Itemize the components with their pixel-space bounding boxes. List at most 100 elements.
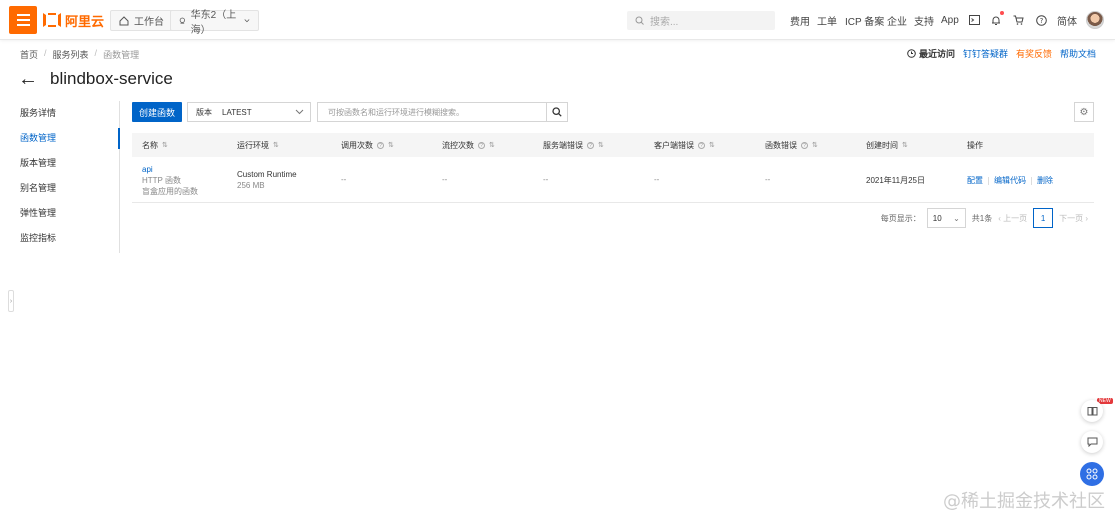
- quick-links: 最近访问 钉钉答疑群 有奖反馈 帮助文档: [907, 47, 1096, 60]
- runtime-value: Custom Runtime: [237, 170, 297, 179]
- chevron-down-icon: ⌄: [953, 213, 960, 223]
- sort-icon[interactable]: ⇅: [709, 141, 715, 149]
- sort-icon[interactable]: ⇅: [273, 141, 279, 149]
- action-divider: [1031, 176, 1032, 185]
- column-header-client-errors[interactable]: 客户端错误? ⇅: [654, 140, 715, 151]
- sort-icon[interactable]: ⇅: [489, 141, 495, 149]
- apps-float-button[interactable]: [1080, 462, 1104, 486]
- column-header-function-errors[interactable]: 函数错误? ⇅: [765, 140, 818, 151]
- top-bar: 阿里云 工作台 华东2（上海） 搜索... 费用 工单 ICP 备案 企业 支持…: [0, 0, 1115, 40]
- pagination: 每页显示： 10 ⌄ 共1条 ‹ 上一页 1 下一页 ›: [881, 208, 1088, 228]
- chevron-down-icon: [295, 109, 304, 115]
- page-size-select[interactable]: 10 ⌄: [926, 208, 966, 228]
- function-search-input[interactable]: 可按函数名和运行环境进行模糊搜索。: [317, 102, 547, 122]
- search-icon: [635, 16, 644, 25]
- column-header-server-errors[interactable]: 服务端错误? ⇅: [543, 140, 604, 151]
- next-page-button[interactable]: 下一页 ›: [1059, 213, 1088, 224]
- search-icon: [552, 107, 562, 117]
- recent-visits-link[interactable]: 最近访问: [907, 47, 955, 60]
- table-header: 名称 ⇅ 运行环境 ⇅ 调用次数? ⇅ 流控次数? ⇅ 服务端错误? ⇅ 客户端错误? ⇅ …: [132, 133, 1094, 157]
- chat-float-button[interactable]: [1081, 431, 1103, 453]
- version-select[interactable]: 版本 LATEST: [187, 102, 311, 122]
- breadcrumb-services[interactable]: 服务列表: [53, 48, 89, 61]
- region-selector[interactable]: 华东2（上海）: [170, 10, 259, 36]
- global-search-input[interactable]: 搜索...: [627, 11, 775, 30]
- column-header-name[interactable]: 名称 ⇅: [142, 140, 168, 151]
- version-select-label: 版本: [196, 107, 212, 117]
- docs-float-button[interactable]: [1081, 400, 1103, 422]
- nav-billing[interactable]: 费用: [790, 12, 810, 28]
- aliyun-logo[interactable]: 阿里云: [43, 11, 104, 29]
- created-time-cell: 2021年11月25日: [866, 176, 925, 185]
- function-name-link[interactable]: api: [142, 164, 198, 175]
- configure-link[interactable]: 配置: [967, 175, 983, 186]
- column-header-invocations[interactable]: 调用次数? ⇅: [341, 140, 394, 151]
- breadcrumb: 首页 / 服务列表 / 函数管理: [20, 48, 139, 61]
- help-icon[interactable]: ?: [478, 141, 485, 149]
- create-function-button[interactable]: 创建函数: [132, 102, 182, 122]
- nav-icp[interactable]: ICP 备案: [845, 12, 884, 28]
- side-nav: 服务详情 函数管理 版本管理 别名管理 弹性管理 监控指标: [0, 101, 120, 253]
- sort-icon[interactable]: ⇅: [812, 141, 818, 149]
- help-circle-icon[interactable]: ?: [1034, 13, 1048, 27]
- workbench-button[interactable]: 工作台: [110, 10, 173, 31]
- sidebar-collapse-handle[interactable]: ›: [8, 290, 14, 312]
- function-search-button[interactable]: [546, 102, 568, 122]
- watermark: @稀土掘金技术社区: [943, 491, 1105, 512]
- breadcrumb-separator: /: [94, 48, 98, 58]
- table-settings-button[interactable]: ⚙: [1074, 102, 1094, 122]
- nav-tickets[interactable]: 工单: [817, 12, 837, 28]
- sort-icon[interactable]: ⇅: [162, 141, 168, 149]
- dingtalk-group-link[interactable]: 钉钉答疑群: [963, 47, 1008, 60]
- location-pin-icon: [179, 17, 185, 24]
- version-select-value: LATEST: [222, 107, 252, 117]
- sort-icon[interactable]: ⇅: [388, 141, 394, 149]
- per-page-label: 每页显示：: [880, 213, 921, 223]
- actions-cell: 配置 编辑代码 删除: [967, 175, 1053, 186]
- back-arrow-icon[interactable]: ←: [18, 69, 38, 89]
- terminal-icon[interactable]: [967, 13, 981, 27]
- sidebar-item-service-details[interactable]: 服务详情: [0, 101, 119, 126]
- help-docs-link[interactable]: 帮助文档: [1060, 47, 1096, 60]
- help-icon[interactable]: ?: [801, 141, 808, 149]
- chat-icon: [1087, 437, 1097, 447]
- aliyun-logo-icon: [43, 13, 61, 27]
- feedback-link[interactable]: 有奖反馈: [1016, 47, 1052, 60]
- function-trigger-type: HTTP 函数: [142, 176, 181, 185]
- sidebar-item-version-management[interactable]: 版本管理: [0, 151, 119, 176]
- help-icon[interactable]: ?: [587, 141, 594, 149]
- sort-icon[interactable]: ⇅: [598, 141, 604, 149]
- sidebar-item-alias-management[interactable]: 别名管理: [0, 176, 119, 201]
- brand-name: 阿里云: [65, 13, 105, 29]
- sort-icon[interactable]: ⇅: [902, 141, 908, 149]
- language-switch[interactable]: 简体: [1057, 12, 1077, 28]
- sidebar-item-elastic-management[interactable]: 弹性管理: [0, 201, 119, 226]
- nav-support[interactable]: 支持: [914, 12, 934, 28]
- bell-icon[interactable]: [989, 11, 1004, 27]
- delete-link[interactable]: 删除: [1037, 175, 1053, 186]
- invocations-cell: --: [341, 175, 347, 184]
- column-header-throttles[interactable]: 流控次数? ⇅: [442, 140, 495, 151]
- prev-page-button[interactable]: ‹ 上一页: [998, 213, 1027, 224]
- sidebar-item-metrics[interactable]: 监控指标: [0, 226, 119, 251]
- global-search-placeholder: 搜索...: [650, 17, 679, 28]
- sidebar-item-function-management[interactable]: 函数管理: [0, 126, 120, 151]
- column-header-created[interactable]: 创建时间 ⇅: [866, 140, 908, 151]
- functions-table: 名称 ⇅ 运行环境 ⇅ 调用次数? ⇅ 流控次数? ⇅ 服务端错误? ⇅ 客户端错误? ⇅ …: [132, 133, 1094, 203]
- hamburger-menu-button[interactable]: [9, 6, 37, 34]
- help-icon[interactable]: ?: [377, 141, 384, 149]
- nav-enterprise[interactable]: 企业: [887, 12, 907, 28]
- cart-icon[interactable]: [1011, 13, 1025, 27]
- user-avatar[interactable]: [1086, 11, 1104, 29]
- memory-value: 256 MB: [237, 181, 265, 190]
- help-icon[interactable]: ?: [698, 141, 705, 149]
- function-errors-cell: --: [765, 175, 771, 184]
- edit-code-link[interactable]: 编辑代码: [994, 175, 1026, 186]
- clock-icon: [907, 49, 916, 58]
- column-header-runtime[interactable]: 运行环境 ⇅: [237, 140, 279, 151]
- apps-grid-icon: [1086, 468, 1098, 480]
- nav-app[interactable]: App: [941, 12, 959, 28]
- page-number-current[interactable]: 1: [1033, 208, 1054, 228]
- action-divider: [988, 176, 989, 185]
- breadcrumb-home[interactable]: 首页: [20, 48, 38, 61]
